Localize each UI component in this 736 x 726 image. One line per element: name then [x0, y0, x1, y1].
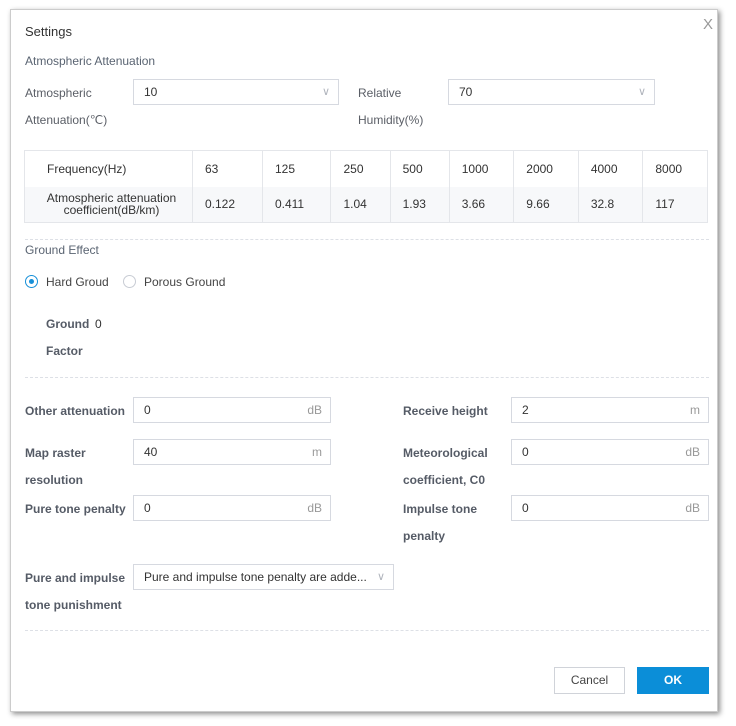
section-ground-effect: Ground Effect [25, 243, 99, 257]
row-header: Atmospheric attenuation coefficient(dB/k… [24, 186, 193, 223]
radio-hard-ground[interactable] [25, 275, 38, 288]
impulse-tone-input[interactable]: 0 dB [511, 495, 709, 521]
value: 0 [522, 501, 529, 515]
cancel-button[interactable]: Cancel [554, 667, 625, 694]
radio-porous-ground[interactable] [123, 275, 136, 288]
ground-factor-value: 0 [95, 317, 102, 331]
temp-label-2: Attenuation(℃) [25, 113, 108, 127]
table-cell: 1.93 [389, 186, 450, 223]
other-attenuation-input[interactable]: 0 dB [133, 397, 331, 423]
close-icon[interactable]: X [703, 16, 713, 33]
value: 0 [144, 501, 151, 515]
table-cell: 0.411 [261, 186, 331, 223]
meteorological-label: Meteorological [403, 446, 488, 460]
value: 0 [522, 445, 529, 459]
humidity-label: Relative [358, 86, 402, 100]
dialog-title: Settings [25, 24, 72, 39]
map-raster-label-2: resolution [25, 473, 84, 487]
divider [25, 377, 709, 378]
table-cell: 117 [642, 186, 708, 223]
impulse-tone-label: Impulse tone [403, 502, 478, 516]
punishment-label-2: tone punishment [25, 598, 122, 612]
table-cell: 2000 [513, 150, 579, 187]
meteorological-input[interactable]: 0 dB [511, 439, 709, 465]
receive-height-label: Receive height [403, 404, 488, 418]
map-raster-label: Map raster [25, 446, 86, 460]
other-attenuation-label: Other attenuation [25, 404, 126, 418]
ground-factor-label-2: Factor [46, 344, 83, 358]
table-cell: 8000 [642, 150, 708, 187]
punishment-select[interactable]: Pure and impulse tone penalty are adde..… [133, 564, 394, 590]
ground-factor-label: Ground [46, 317, 90, 331]
value: 40 [144, 445, 158, 459]
porous-ground-label[interactable]: Porous Ground [144, 275, 225, 289]
divider [25, 239, 709, 240]
value: Pure and impulse tone penalty are adde..… [144, 570, 367, 584]
impulse-tone-label-2: penalty [403, 529, 446, 543]
meteorological-label-2: coefficient, C0 [403, 473, 486, 487]
hard-ground-label[interactable]: Hard Groud [46, 275, 109, 289]
table-cell: 9.66 [513, 186, 579, 223]
settings-dialog: Settings X Atmospheric Attenuation Atmos… [10, 9, 718, 712]
humidity-select[interactable]: 70 ∨ [448, 79, 655, 105]
pure-tone-input[interactable]: 0 dB [133, 495, 331, 521]
table-cell: 125 [261, 150, 331, 187]
table-cell: 500 [389, 150, 450, 187]
unit: dB [307, 403, 322, 417]
chevron-down-icon: ∨ [376, 571, 385, 583]
attenuation-table: Frequency(Hz) 63 125 250 500 1000 2000 4… [24, 150, 708, 223]
chevron-down-icon: ∨ [637, 86, 646, 98]
punishment-label: Pure and impulse [25, 571, 126, 585]
temperature-select[interactable]: 10 ∨ [133, 79, 339, 105]
section-atmospheric-attenuation: Atmospheric Attenuation [25, 54, 156, 68]
row-header: Frequency(Hz) [47, 161, 127, 176]
table-row: Frequency(Hz) 63 125 250 500 1000 2000 4… [25, 150, 708, 187]
pure-tone-label: Pure tone penalty [25, 502, 126, 516]
chevron-down-icon: ∨ [321, 86, 330, 98]
table-row: Atmospheric attenuation coefficient(dB/k… [24, 186, 708, 223]
unit: m [690, 403, 700, 417]
table-cell: 1.04 [330, 186, 391, 223]
receive-height-input[interactable]: 2m [511, 397, 709, 423]
table-cell: 250 [330, 150, 391, 187]
unit: dB [307, 501, 322, 515]
table-cell: 1000 [448, 150, 514, 187]
table-cell: 0.122 [192, 186, 263, 223]
humidity-value: 70 [459, 85, 473, 99]
temperature-value: 10 [144, 85, 158, 99]
unit: m [312, 445, 322, 459]
value: 0 [144, 403, 151, 417]
value: 2 [522, 403, 529, 417]
humidity-label-2: Humidity(%) [358, 113, 424, 127]
divider [25, 630, 709, 631]
unit: dB [685, 501, 700, 515]
unit: dB [685, 445, 700, 459]
table-cell: 32.8 [577, 186, 643, 223]
temp-label: Atmospheric [25, 86, 92, 100]
table-cell: 4000 [577, 150, 643, 187]
table-cell: 63 [192, 150, 263, 187]
table-cell: 3.66 [448, 186, 514, 223]
map-raster-input[interactable]: 40 m [133, 439, 331, 465]
ok-button[interactable]: OK [637, 667, 709, 694]
